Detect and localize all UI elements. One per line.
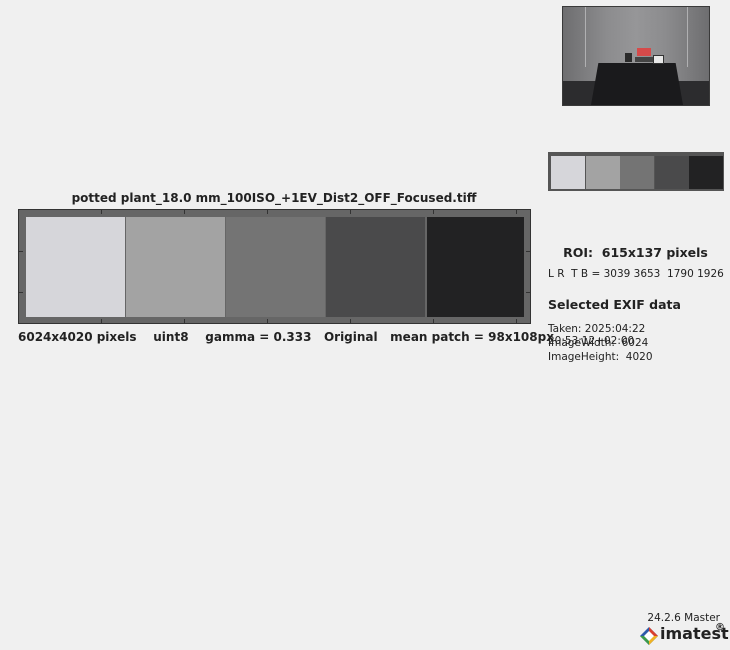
frame-tick [267, 210, 268, 214]
roi-bounds: L R T B = 3039 3653 1790 1926 [548, 268, 724, 280]
frame-tick [184, 319, 185, 323]
frame-tick [350, 319, 351, 323]
roi-size: ROI: 615x137 pixels [563, 245, 708, 260]
logo-registered-mark: ® [715, 622, 725, 633]
mini-patch-1 [551, 156, 585, 189]
gray-patch-4 [326, 217, 425, 317]
frame-tick [19, 251, 23, 252]
frame-tick [433, 319, 434, 323]
exif-heading: Selected EXIF data [548, 297, 681, 312]
version-label: 24.2.6 Master [647, 612, 720, 624]
gray-patch-1 [26, 217, 125, 317]
exif-image-height: ImageHeight: 4020 [548, 351, 653, 363]
mini-patch-3 [620, 156, 654, 189]
mini-patch-4 [654, 156, 689, 189]
gray-patch-3 [226, 217, 325, 317]
imatest-logo: imatest ® [640, 622, 730, 647]
frame-tick [267, 319, 268, 323]
gray-patch-2 [126, 217, 225, 317]
frame-tick [526, 292, 530, 293]
scene-thumbnail [562, 6, 710, 106]
frame-tick [350, 210, 351, 214]
image-title: potted plant_18.0 mm_100ISO_+1EV_Dist2_O… [71, 191, 477, 205]
mini-patch-2 [585, 156, 620, 189]
frame-tick [101, 210, 102, 214]
gray-patch-5 [427, 217, 524, 317]
imatest-logo-icon [640, 627, 658, 645]
exif-image-width: ImageWidth: 6024 [548, 337, 649, 349]
frame-tick [184, 210, 185, 214]
frame-tick [433, 210, 434, 214]
mini-patch-5 [689, 156, 723, 189]
roi-patch-strip [548, 152, 724, 191]
frame-tick [526, 251, 530, 252]
frame-tick [516, 210, 517, 214]
frame-tick [19, 292, 23, 293]
roi-image[interactable] [18, 209, 531, 324]
frame-tick [516, 319, 517, 323]
image-info: 6024x4020 pixels uint8 gamma = 0.333 Ori… [18, 330, 554, 344]
frame-tick [101, 319, 102, 323]
